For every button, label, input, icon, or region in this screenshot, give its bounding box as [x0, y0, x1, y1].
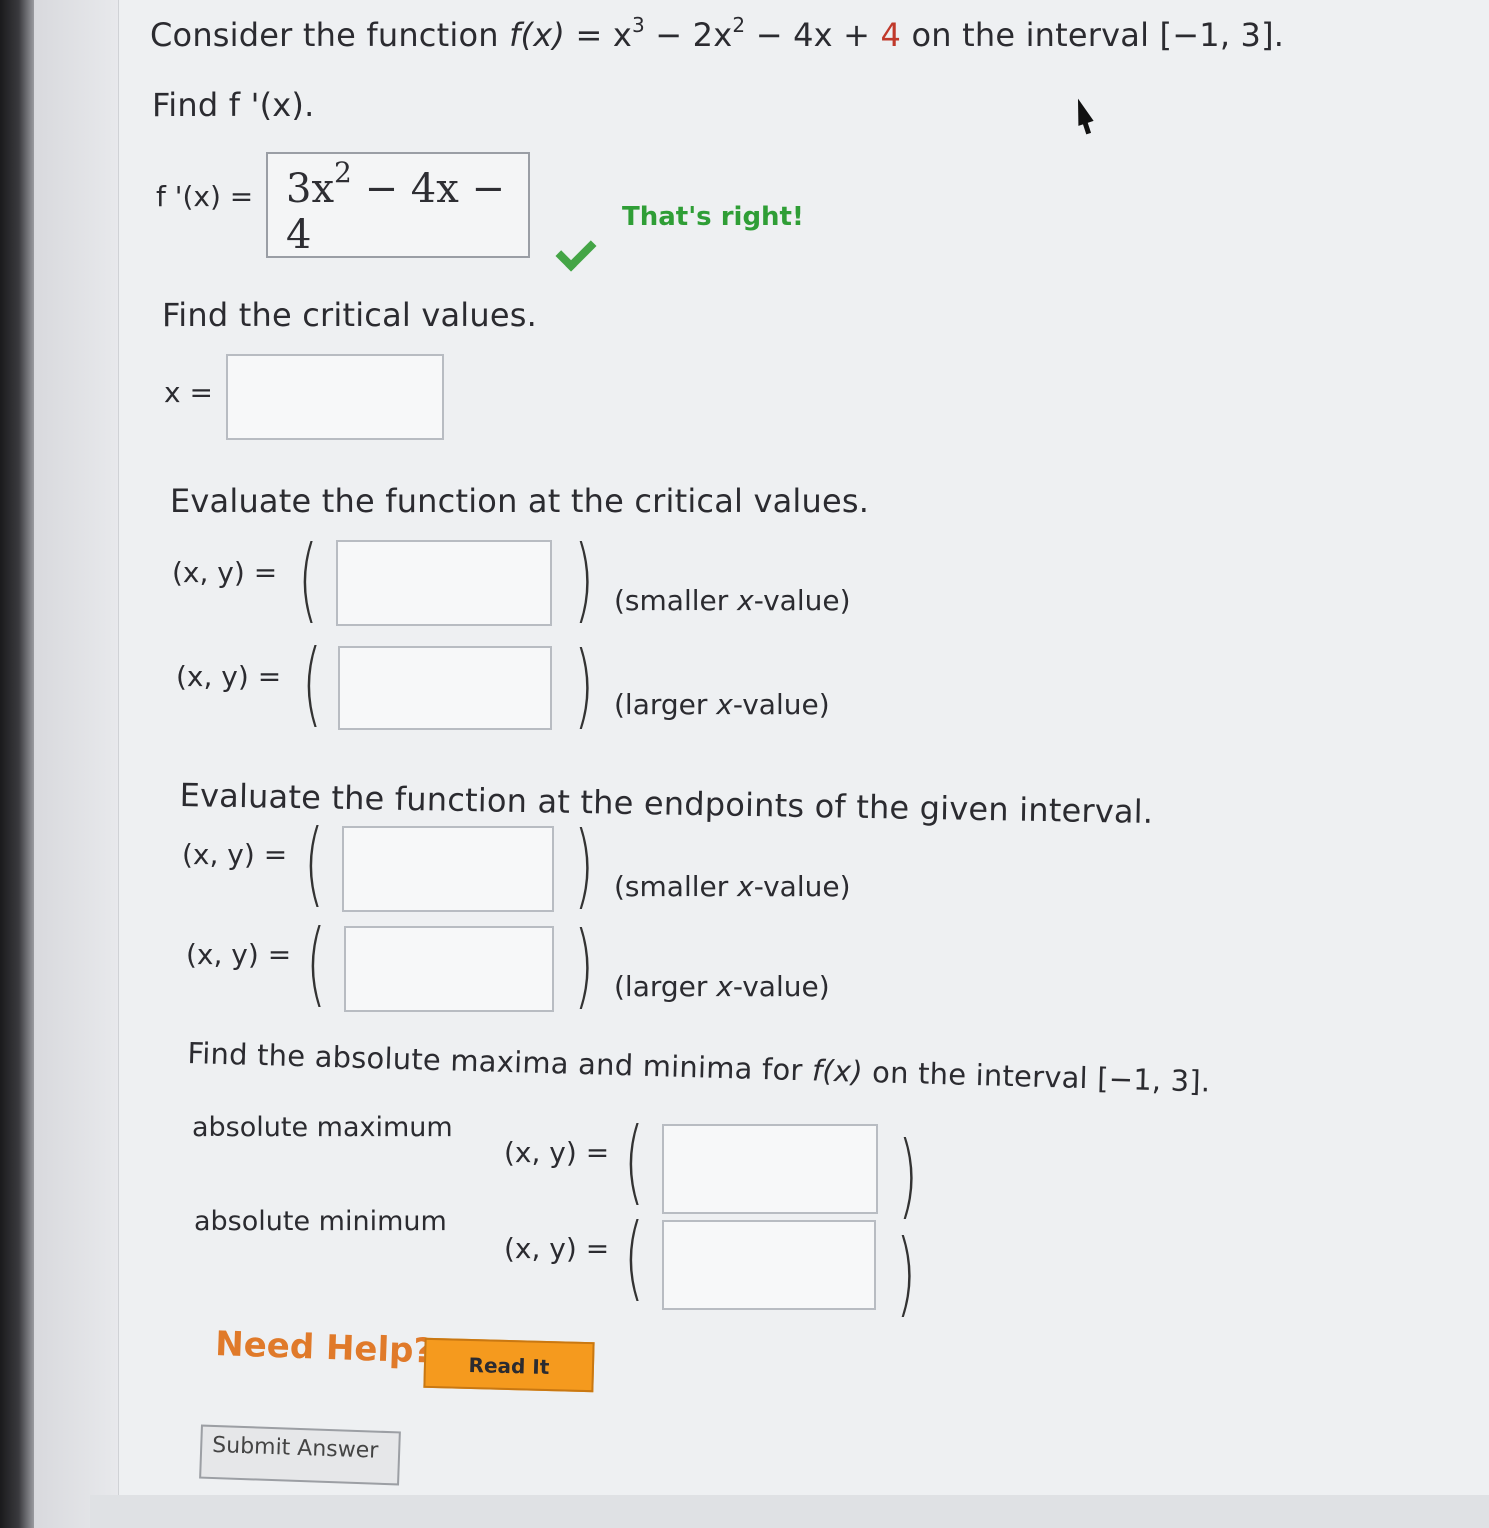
- open-paren: (: [302, 630, 322, 737]
- close-paren: ): [574, 526, 594, 633]
- screen-bezel: [0, 0, 34, 1528]
- eval-endpoints-row2-note: (larger x-value): [614, 970, 830, 1003]
- critical-label: x =: [164, 376, 213, 409]
- close-paren: ): [898, 1122, 918, 1229]
- close-paren: ): [574, 632, 594, 739]
- note-suffix: -value): [753, 870, 851, 903]
- note-prefix: (smaller: [614, 584, 738, 617]
- close-paren: ): [574, 912, 594, 1019]
- note-x: x: [716, 688, 733, 721]
- function-constant: 4: [880, 16, 902, 54]
- derivative-exponent: 2: [334, 156, 352, 189]
- function-name: f(x): [509, 16, 566, 54]
- absolute-max-xy-label: (x, y) =: [504, 1136, 610, 1169]
- function-part-3: − 4x +: [755, 16, 871, 54]
- extrema-prompt-function: f(x): [811, 1053, 864, 1089]
- question-intro: Consider the function: [150, 16, 499, 54]
- eval-endpoints-row1-label: (x, y) =: [182, 838, 288, 871]
- note-x: x: [716, 970, 733, 1003]
- open-paren: (: [304, 810, 324, 917]
- page-margin: [34, 0, 124, 1528]
- note-suffix: -value): [732, 688, 830, 721]
- read-it-button[interactable]: Read It: [423, 1337, 595, 1393]
- derivative-label: f '(x) =: [156, 180, 254, 213]
- exponent-3: 3: [631, 13, 645, 37]
- eval-critical-prompt: Evaluate the function at the critical va…: [170, 482, 870, 520]
- note-suffix: -value): [753, 584, 851, 617]
- open-paren: (: [298, 526, 318, 633]
- note-prefix: (larger: [614, 970, 717, 1003]
- absolute-max-label: absolute maximum: [192, 1112, 453, 1143]
- submit-answer-button[interactable]: Submit Answer: [199, 1424, 401, 1486]
- note-suffix: -value): [732, 970, 830, 1003]
- open-paren: (: [624, 1204, 644, 1311]
- eval-endpoints-row2-label: (x, y) =: [186, 938, 292, 971]
- absolute-min-input[interactable]: [662, 1220, 876, 1310]
- interval-text: on the interval [−1, 3].: [911, 16, 1285, 54]
- critical-prompt: Find the critical values.: [162, 296, 538, 334]
- eval-critical-row1-label: (x, y) =: [172, 556, 278, 589]
- critical-point-smaller-input[interactable]: [336, 540, 552, 626]
- derivative-answer-field[interactable]: 3x2 − 4x − 4: [266, 152, 530, 258]
- open-paren: (: [624, 1108, 644, 1215]
- close-paren: ): [574, 812, 594, 919]
- eval-critical-row2-note: (larger x-value): [614, 688, 830, 721]
- note-prefix: (larger: [614, 688, 717, 721]
- endpoint-larger-input[interactable]: [344, 926, 554, 1012]
- question-statement: Consider the function f(x) = x3 − 2x2 − …: [150, 13, 1285, 54]
- need-help-label: Need Help?: [214, 1324, 434, 1372]
- critical-values-input[interactable]: [226, 354, 444, 440]
- derivative-prompt: Find f '(x).: [152, 86, 315, 124]
- close-paren: ): [896, 1220, 916, 1327]
- note-prefix: (smaller: [614, 870, 738, 903]
- eval-critical-row2-label: (x, y) =: [176, 660, 282, 693]
- eval-critical-row1-note: (smaller x-value): [614, 584, 851, 617]
- absolute-max-input[interactable]: [662, 1124, 878, 1214]
- feedback-correct: That's right!: [622, 202, 804, 232]
- absolute-min-xy-label: (x, y) =: [504, 1232, 610, 1265]
- panel-footer: [90, 1495, 1489, 1528]
- derivative-term-1: 3x: [286, 166, 335, 212]
- open-paren: (: [306, 910, 326, 1017]
- exponent-2: 2: [732, 13, 746, 37]
- endpoint-smaller-input[interactable]: [342, 826, 554, 912]
- eval-endpoints-row1-note: (smaller x-value): [614, 870, 851, 903]
- function-part-1: = x: [575, 16, 632, 54]
- critical-point-larger-input[interactable]: [338, 646, 552, 730]
- note-x: x: [737, 584, 754, 617]
- note-x: x: [737, 870, 754, 903]
- function-part-2: − 2x: [655, 16, 733, 54]
- absolute-min-label: absolute minimum: [194, 1206, 447, 1237]
